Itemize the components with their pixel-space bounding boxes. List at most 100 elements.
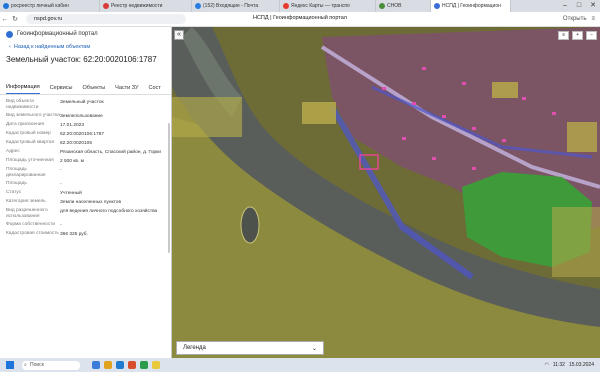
attribute-row: Статус Учтенный (6, 190, 165, 197)
tab-services[interactable]: Сервисы (50, 85, 73, 94)
zoom-in-icon[interactable]: + (572, 31, 584, 40)
attribute-key: Вид земельного участка (6, 113, 60, 118)
chevron-updown-icon: ⌄ (311, 345, 317, 352)
attribute-row: Площадь - (6, 181, 165, 188)
page-title: НСПД | Геоинформационный портал (252, 15, 348, 21)
legend-dropdown[interactable]: Легенда ⌄ (176, 341, 324, 355)
window-controls: – □ ✕ (558, 0, 600, 12)
map-canvas (172, 27, 600, 358)
back-to-results-link[interactable]: ‹ Назад к найденным объектам (0, 41, 171, 53)
object-title: Земельный участок: 62:20:0020106:1787 (6, 55, 157, 64)
attribute-key: Вид разрешенного использования (6, 208, 48, 219)
attribute-key: Кадастровый номер (6, 131, 51, 136)
close-icon[interactable]: ✕ (586, 0, 600, 12)
system-tray: ◠ 11:32 15.03.2024 (544, 362, 600, 368)
parcel (552, 207, 600, 277)
attribute-key: Форма собственности (6, 222, 56, 227)
tab-favicon-icon (3, 3, 9, 9)
attribute-value: Учтенный (60, 191, 82, 196)
panel-scrollbar[interactable] (168, 123, 170, 253)
attribute-row: Кадастровый квартал 62:20:0020106 (6, 140, 165, 147)
tab-favicon-icon (379, 3, 385, 9)
browser-tab-label: Яндекс Карты — транспо (291, 3, 350, 9)
panel-tabs: Информация Сервисы Объекты Части ЗУ Сост (0, 81, 171, 95)
legend-label: Легенда (183, 345, 206, 351)
address-bar: ← ↻ nspd.gov.ru НСПД | Геоинформационный… (0, 12, 600, 27)
browser-tab-label: СНОВ (387, 3, 402, 9)
attribute-key: Статус (6, 190, 22, 195)
browser-tab-strip: росреестр личный кабин Реестр недвижимос… (0, 0, 600, 12)
attribute-row: Форма собственности - (6, 222, 165, 229)
parcel (567, 122, 597, 152)
browser-tab[interactable]: Яндекс Карты — транспо (280, 0, 376, 12)
clock-date[interactable]: 15.03.2024 (569, 362, 594, 368)
app-icon[interactable] (140, 361, 148, 369)
tab-favicon-icon (195, 3, 201, 9)
attribute-row: Площадь уточненная 2 500 кв. м (6, 158, 165, 165)
attribute-row: Категория земель Земли населенных пунктов (6, 199, 165, 206)
os-taskbar: Поиск ◠ 11:32 15.03.2024 (0, 358, 600, 372)
tab-parts[interactable]: Части ЗУ (115, 85, 138, 94)
attribute-key: Площадь декларированная (6, 167, 46, 178)
attribute-key: Площадь (6, 181, 27, 186)
edge-icon[interactable] (116, 361, 124, 369)
windows-start-icon[interactable] (6, 361, 14, 369)
attribute-key: Кадастровая стоимость (6, 231, 59, 236)
attribute-value: 17.01.2023 (60, 123, 85, 128)
layers-icon[interactable]: ≡ (558, 31, 570, 40)
browser-tab-label: (152) Входящие - Почта (203, 3, 259, 9)
browser-tab-label: Реестр недвижимости (111, 3, 163, 9)
portal-logo-icon (6, 30, 13, 38)
attribute-row: Вид разрешенного использования для ведени… (6, 208, 165, 220)
maximize-icon[interactable]: □ (572, 0, 586, 12)
taskbar-apps (92, 361, 160, 369)
attribute-row: Адрес Рязанская область, Спасский район, … (6, 149, 165, 156)
tab-info[interactable]: Информация (6, 84, 40, 94)
app-icon[interactable] (152, 361, 160, 369)
map-view[interactable]: « ≡ + − Легенда ⌄ (172, 27, 600, 358)
attribute-row: Площадь декларированная - (6, 167, 165, 179)
browser-tab-label: НСПД | Геоинформацион (442, 3, 501, 9)
attribute-key: Кадастровый квартал (6, 140, 55, 145)
wifi-icon[interactable]: ◠ (544, 362, 548, 368)
attribute-value: - (60, 223, 62, 228)
app-icon[interactable] (128, 361, 136, 369)
minimize-icon[interactable]: – (558, 0, 572, 12)
browser-tab[interactable]: росреестр личный кабин (0, 0, 100, 12)
tab-favicon-icon (103, 3, 109, 9)
parcel (492, 82, 518, 98)
browser-tab-label: росреестр личный кабин (11, 3, 69, 9)
clock-time[interactable]: 11:32 (553, 362, 565, 368)
attribute-value: Земельный участок (60, 100, 104, 105)
browser-tab-active[interactable]: НСПД | Геоинформацион (431, 0, 511, 12)
browser-tab[interactable]: (152) Входящие - Почта (192, 0, 280, 12)
attribute-row: Вид земельного участка Землепользование (6, 113, 165, 120)
browser-tab[interactable]: СНОВ (376, 0, 431, 12)
back-link-label: Назад к найденным объектам (13, 44, 91, 50)
attribute-key: Площадь уточненная (6, 158, 54, 163)
browser-tab[interactable]: Реестр недвижимости (100, 0, 192, 12)
folder-icon[interactable] (104, 361, 112, 369)
map-toolbar: ≡ + − (558, 31, 597, 40)
zoom-out-icon[interactable]: − (586, 31, 597, 40)
app-icon[interactable] (92, 361, 100, 369)
tab-objects[interactable]: Объекты (82, 85, 105, 94)
collapse-panel-button[interactable]: « (174, 30, 184, 40)
attribute-key: Адрес (6, 149, 20, 154)
attribute-value: Рязанская область, Спасский район, д. Го… (60, 150, 161, 155)
object-info-panel: Геоинформационный портал ‹ Назад к найде… (0, 27, 172, 358)
attribute-row: Кадастровый номер 62:20:0020106:1787 (6, 131, 165, 138)
tab-favicon-icon (434, 3, 440, 9)
taskbar-search[interactable]: Поиск (22, 360, 80, 370)
attribute-list: Вид объекта недвижимости Земельный участо… (0, 95, 171, 238)
attribute-value: 62:20:0020106:1787 (60, 132, 105, 137)
attribute-value: для ведения личного подсобного хозяйства (60, 209, 158, 214)
chevron-left-icon: ‹ (9, 44, 11, 50)
attribute-row: Вид объекта недвижимости Земельный участо… (6, 99, 165, 111)
parcel (302, 102, 336, 124)
portal-brand: Геоинформационный портал (0, 27, 171, 41)
tab-status[interactable]: Сост (149, 85, 161, 94)
attribute-value: Земли населенных пунктов (60, 200, 121, 205)
attribute-row: Дата присвоения 17.01.2023 (6, 122, 165, 129)
attribute-key: Вид объекта недвижимости (6, 99, 39, 110)
